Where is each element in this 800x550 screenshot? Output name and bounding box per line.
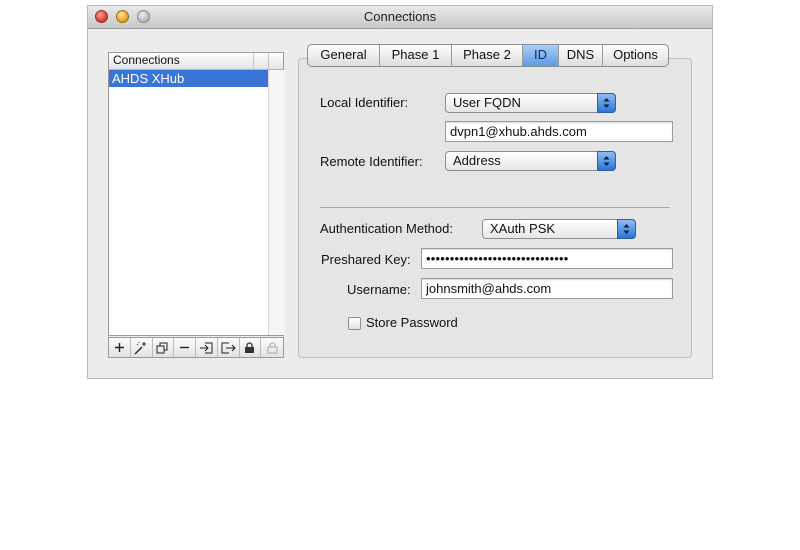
tab-dns[interactable]: DNS: [559, 45, 603, 66]
remote-identifier-popup[interactable]: Address: [445, 151, 616, 171]
connections-toolbar: [108, 337, 284, 358]
username-label: Username:: [347, 282, 411, 297]
duplicate-icon: [156, 342, 168, 353]
plus-icon: [114, 343, 124, 352]
tab-id[interactable]: ID: [523, 45, 559, 66]
remote-identifier-value: Address: [453, 153, 501, 168]
connection-item-ahds-xhub[interactable]: AHDS XHub: [109, 70, 268, 87]
tab-general[interactable]: General: [308, 45, 380, 66]
auth-method-label: Authentication Method:: [320, 221, 453, 236]
auth-method-popup[interactable]: XAuth PSK: [482, 219, 636, 239]
remove-connection-button[interactable]: [174, 338, 196, 357]
popup-arrows-icon: [597, 93, 616, 113]
column-divider: [253, 53, 254, 69]
minus-icon: [180, 346, 190, 349]
connection-item-label: AHDS XHub: [112, 71, 185, 86]
store-password-checkbox[interactable]: [348, 317, 361, 330]
connections-column-header[interactable]: Connections: [113, 53, 180, 68]
popup-arrows-icon: [617, 219, 636, 239]
unlock-icon: [267, 341, 278, 353]
add-connection-button[interactable]: [109, 338, 131, 357]
remote-identifier-label: Remote Identifier:: [320, 154, 423, 169]
tab-phase-2[interactable]: Phase 2: [452, 45, 523, 66]
list-scrollbar[interactable]: [268, 70, 285, 335]
settings-tabs: General Phase 1 Phase 2 ID DNS Options: [307, 44, 669, 67]
local-identifier-label: Local Identifier:: [320, 95, 409, 110]
lock-icon: [245, 341, 255, 353]
local-identifier-popup[interactable]: User FQDN: [445, 93, 616, 113]
lock-connection-button[interactable]: [240, 338, 262, 357]
username-field[interactable]: johnsmith@ahds.com: [421, 278, 673, 299]
preshared-key-label: Preshared Key:: [321, 252, 411, 267]
column-divider: [268, 53, 269, 69]
popup-arrows-icon: [597, 151, 616, 171]
connections-list-header[interactable]: Connections: [109, 53, 283, 70]
local-identifier-field[interactable]: dvpn1@xhub.ahds.com: [445, 121, 673, 142]
connections-list[interactable]: Connections AHDS XHub: [108, 52, 285, 336]
tab-options[interactable]: Options: [603, 45, 668, 66]
store-password-label[interactable]: Store Password: [366, 315, 458, 330]
connection-wizard-button[interactable]: [131, 338, 153, 357]
duplicate-connection-button[interactable]: [153, 338, 175, 357]
export-connection-button[interactable]: [218, 338, 240, 357]
import-connection-button[interactable]: [196, 338, 218, 357]
import-icon: [200, 342, 213, 353]
window-title: Connections: [363, 9, 437, 24]
preshared-key-field[interactable]: ••••••••••••••••••••••••••••••: [421, 248, 673, 269]
export-icon: [221, 342, 236, 353]
local-identifier-value: User FQDN: [453, 95, 521, 110]
auth-method-value: XAuth PSK: [490, 221, 556, 236]
tab-phase-1[interactable]: Phase 1: [380, 45, 452, 66]
wand-icon: [134, 341, 147, 354]
unlock-connection-button[interactable]: [261, 338, 283, 357]
connections-window: Connections Connections AHDS XHub Genera…: [88, 6, 712, 378]
title-bar[interactable]: Connections: [88, 6, 712, 29]
section-divider: [320, 207, 670, 208]
